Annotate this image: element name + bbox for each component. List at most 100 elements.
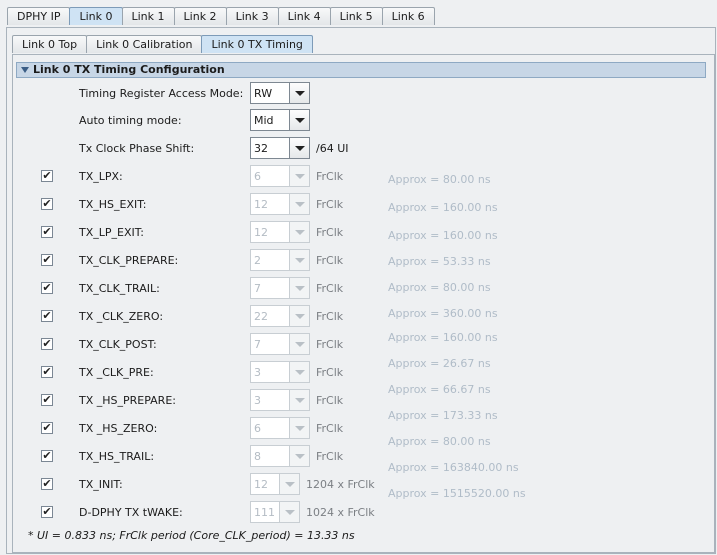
access-mode-select[interactable]: RW: [250, 82, 310, 104]
param-enable-checkbox[interactable]: ✔: [41, 226, 53, 238]
param-row: ✔ TX _CLK_PRE: 3 FrClk Approx = 26.67 ns: [0, 357, 717, 385]
param-value: 22: [254, 310, 268, 323]
param-value-select[interactable]: 12: [250, 193, 310, 215]
chevron-down-icon[interactable]: [289, 194, 309, 214]
auto-timing-value: Mid: [254, 114, 274, 127]
section-title: Link 0 TX Timing Configuration: [33, 63, 225, 76]
param-row: ✔ TX_LP_EXIT: 12 FrClk Approx = 160.00 ns: [0, 221, 717, 245]
section-header[interactable]: Link 0 TX Timing Configuration: [16, 62, 706, 78]
param-value-select[interactable]: 8: [250, 445, 310, 467]
tab-dphy-ip[interactable]: DPHY IP: [7, 7, 71, 25]
param-value-select[interactable]: 6: [250, 417, 310, 439]
param-row: ✔ TX _HS_PREPARE: 3 FrClk Approx = 66.67 ns: [0, 383, 717, 413]
param-value-select[interactable]: 6: [250, 165, 310, 187]
param-approx: Approx = 80.00 ns: [388, 281, 491, 294]
chevron-down-icon[interactable]: [289, 250, 309, 270]
param-value: 12: [254, 226, 268, 239]
param-approx: Approx = 53.33 ns: [388, 255, 491, 268]
param-row: ✔ TX_CLK_TRAIL: 7 FrClk Approx = 80.00 ns: [0, 277, 717, 301]
chevron-down-icon[interactable]: [289, 306, 309, 326]
collapse-triangle-icon[interactable]: [21, 67, 29, 73]
param-value: 3: [254, 366, 261, 379]
param-enable-checkbox[interactable]: ✔: [41, 198, 53, 210]
param-label: TX _HS_PREPARE:: [79, 394, 176, 407]
param-row: ✔ D-DPHY TX tWAKE: 111 1024 x FrClk Approx =…: [0, 487, 717, 525]
tab-link-0-top[interactable]: Link 0 Top: [12, 35, 88, 53]
footnote: * UI = 0.833 ns; FrClk period (Core_CLK_…: [28, 529, 355, 542]
param-label: TX _HS_ZERO:: [79, 422, 158, 435]
param-enable-checkbox[interactable]: ✔: [41, 282, 53, 294]
param-row: ✔ TX_CLK_POST: 7 FrClk Approx = 160.00 ns: [0, 331, 717, 357]
param-value-select[interactable]: 12: [250, 221, 310, 243]
param-value: 111: [254, 506, 275, 519]
chevron-down-icon[interactable]: [289, 278, 309, 298]
tab-link-2[interactable]: Link 2: [173, 7, 227, 25]
chevron-down-icon[interactable]: [289, 390, 309, 410]
phase-shift-value: 32: [254, 142, 268, 155]
chevron-down-icon[interactable]: [289, 446, 309, 466]
tab-link-0-calibration[interactable]: Link 0 Calibration: [86, 35, 203, 53]
param-enable-checkbox[interactable]: ✔: [41, 478, 53, 490]
param-approx: Approx = 173.33 ns: [388, 409, 498, 422]
param-approx: Approx = 80.00 ns: [388, 435, 491, 448]
tab-link-1[interactable]: Link 1: [121, 7, 175, 25]
access-mode-label: Timing Register Access Mode:: [79, 87, 244, 100]
param-enable-checkbox[interactable]: ✔: [41, 310, 53, 322]
param-enable-checkbox[interactable]: ✔: [41, 450, 53, 462]
param-enable-checkbox[interactable]: ✔: [41, 254, 53, 266]
param-enable-checkbox[interactable]: ✔: [41, 338, 53, 350]
tab-link-4[interactable]: Link 4: [277, 7, 331, 25]
chevron-down-icon[interactable]: [289, 334, 309, 354]
param-row: ✔ TX _CLK_ZERO: 22 FrClk Approx = 360.00 ns: [0, 305, 717, 329]
param-enable-checkbox[interactable]: ✔: [41, 506, 53, 518]
chevron-down-icon[interactable]: [289, 362, 309, 382]
tab-link-5[interactable]: Link 5: [329, 7, 383, 25]
param-value-select[interactable]: 111: [250, 501, 300, 523]
param-unit: FrClk: [316, 310, 344, 323]
param-unit: FrClk: [316, 226, 344, 239]
param-enable-checkbox[interactable]: ✔: [41, 394, 53, 406]
param-value-select[interactable]: 22: [250, 305, 310, 327]
param-unit: 1024 x FrClk: [306, 506, 375, 519]
param-value: 12: [254, 478, 268, 491]
chevron-down-icon[interactable]: [289, 83, 309, 103]
tab-link-6[interactable]: Link 6: [381, 7, 435, 25]
chevron-down-icon[interactable]: [289, 166, 309, 186]
tab-link-3[interactable]: Link 3: [225, 7, 279, 25]
param-value: 3: [254, 394, 261, 407]
param-enable-checkbox[interactable]: ✔: [41, 170, 53, 182]
chevron-down-icon[interactable]: [279, 474, 299, 494]
param-label: TX_INIT:: [79, 478, 123, 491]
chevron-down-icon[interactable]: [279, 502, 299, 522]
param-enable-checkbox[interactable]: ✔: [41, 366, 53, 378]
param-value: 7: [254, 282, 261, 295]
param-value-select[interactable]: 3: [250, 389, 310, 411]
param-approx: Approx = 160.00 ns: [388, 229, 498, 242]
chevron-down-icon[interactable]: [289, 138, 309, 158]
param-row: ✔ TX_HS_EXIT: 12 FrClk Approx = 160.00 ns: [0, 193, 717, 217]
auto-timing-select[interactable]: Mid: [250, 109, 310, 131]
param-value: 8: [254, 450, 261, 463]
param-approx: Approx = 1515520.00 ns: [388, 487, 526, 500]
param-label: TX_CLK_TRAIL:: [79, 282, 160, 295]
chevron-down-icon[interactable]: [289, 110, 309, 130]
param-value-select[interactable]: 2: [250, 249, 310, 271]
param-row: ✔ TX_CLK_PREPARE: 2 FrClk Approx = 53.33 ns: [0, 249, 717, 273]
phase-shift-select[interactable]: 32: [250, 137, 310, 159]
param-approx: Approx = 26.67 ns: [388, 357, 491, 370]
auto-timing-label: Auto timing mode:: [79, 114, 182, 127]
chevron-down-icon[interactable]: [289, 418, 309, 438]
param-row: ✔ TX_LPX: 6 FrClk Approx = 80.00 ns: [0, 165, 717, 189]
tab-link-0-tx-timing[interactable]: Link 0 TX Timing: [201, 35, 313, 53]
param-row: ✔ TX _HS_ZERO: 6 FrClk Approx = 173.33 ns: [0, 409, 717, 441]
param-value-select[interactable]: 12: [250, 473, 300, 495]
param-enable-checkbox[interactable]: ✔: [41, 422, 53, 434]
param-value-select[interactable]: 7: [250, 277, 310, 299]
param-unit: FrClk: [316, 170, 344, 183]
top-tab-bar: DPHY IP Link 0 Link 1 Link 2 Link 3 Link…: [7, 7, 435, 27]
param-value-select[interactable]: 7: [250, 333, 310, 355]
param-label: D-DPHY TX tWAKE:: [79, 506, 183, 519]
tab-link-0[interactable]: Link 0: [69, 7, 123, 25]
chevron-down-icon[interactable]: [289, 222, 309, 242]
param-value-select[interactable]: 3: [250, 361, 310, 383]
